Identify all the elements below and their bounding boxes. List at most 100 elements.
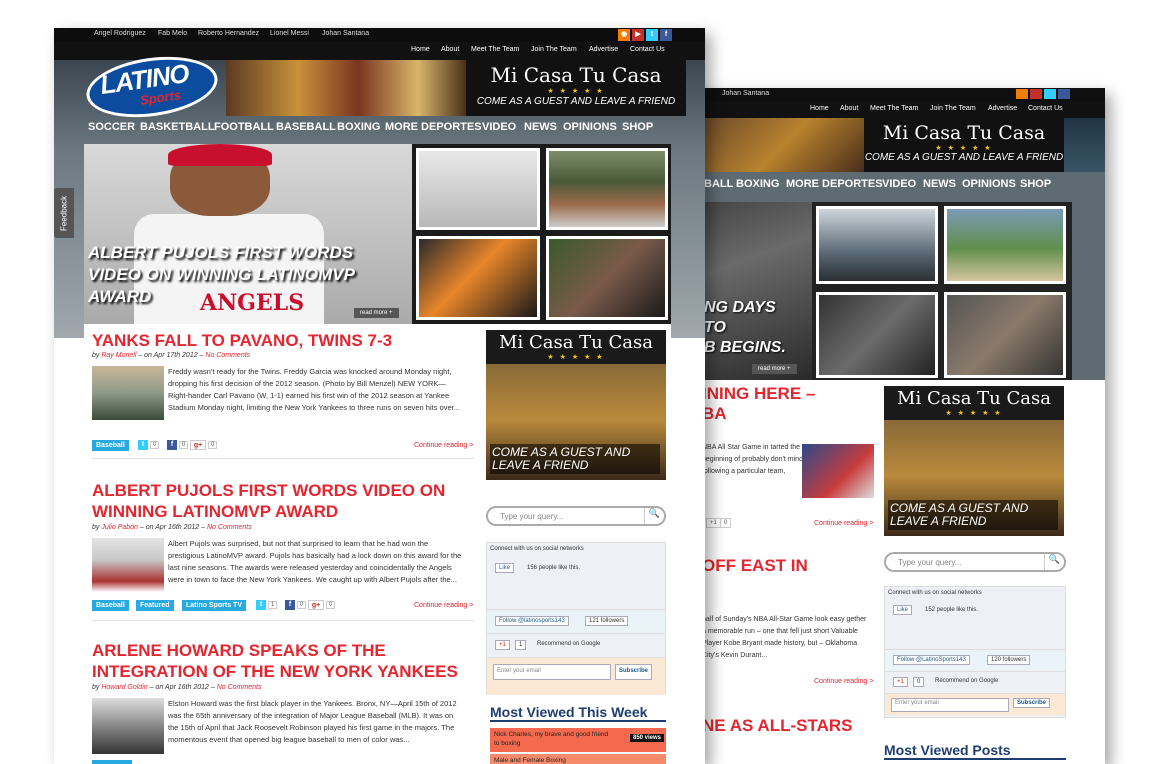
nav-basketball[interactable]: BASKETBALL [140,121,215,133]
author-link[interactable]: Howard Goldin [101,684,147,691]
back-nav-about[interactable]: About [840,105,858,112]
topbar-player-link[interactable]: Lionel Messi [270,30,309,37]
twitter-follow-button[interactable]: Follow @latinosports143 [495,616,569,626]
back-banner-ad[interactable]: Mi Casa Tu Casa ★ ★ ★ ★ ★ COME AS A GUES… [864,118,1064,172]
topbar-player-link[interactable]: Johan Santana [322,30,369,37]
continue-reading-link[interactable]: Continue reading > [814,520,873,527]
slider-thumbnail[interactable] [816,292,938,378]
subscribe-button[interactable]: Subscribe [615,664,653,680]
article-thumbnail[interactable] [92,698,164,754]
topbar-player-link[interactable]: Fab Melo [158,30,187,37]
twitter-icon[interactable] [1044,89,1056,99]
comments-link[interactable]: No Comments [207,524,252,531]
nav-soccer[interactable]: SOCCER [88,121,135,133]
article-title[interactable]: YANKS FALL TO PAVANO, TWINS 7-3 [92,330,472,351]
slider-thumbnail[interactable] [416,236,540,320]
slider-thumbnail[interactable] [546,236,668,320]
search-icon[interactable]: 🔍 [644,508,664,524]
back-nav-advertise[interactable]: Advertise [988,105,1017,112]
back-read-more-button[interactable]: read more + [752,364,797,374]
nav-opinions[interactable]: OPINIONS [563,121,617,133]
nav-boxing[interactable]: BOXING [337,121,380,133]
gplus-icon[interactable]: g+ [190,440,207,450]
youtube-icon[interactable] [1030,89,1042,99]
nav-contact-us[interactable]: Contact Us [630,46,665,53]
read-more-button[interactable]: read more + [354,308,399,318]
sidebar-ad[interactable]: Mi Casa Tu Casa ★ ★ ★ ★ ★ COME AS A GUES… [486,330,666,480]
back-sidebar-ad[interactable]: Mi Casa Tu Casa ★ ★ ★ ★ ★ COME AS A GUES… [884,386,1064,536]
category-tag[interactable]: Featured [136,600,174,611]
email-field[interactable]: Enter your email [493,664,611,680]
back-nav-item[interactable]: BOXING [736,178,779,190]
header-banner-ad[interactable]: Mi Casa Tu Casa ★ ★ ★ ★ ★ COME AS A GUES… [466,60,686,116]
facebook-icon[interactable]: f [167,440,178,450]
article-title[interactable]: ALBERT PUJOLS FIRST WORDS VIDEO ON WINNI… [92,480,472,522]
back-nav-contact[interactable]: Contact Us [1028,105,1063,112]
nav-advertise[interactable]: Advertise [589,46,618,53]
twitter-icon[interactable]: t [256,600,266,610]
nav-join-the-team[interactable]: Join The Team [531,46,577,53]
twitter-icon[interactable]: t [138,440,148,450]
back-nav-item[interactable]: BALL [704,178,733,190]
gplus-button[interactable]: +1 [495,640,510,650]
comments-link[interactable]: No Comments [205,352,250,359]
twitter-icon[interactable]: t [646,29,658,41]
back-topbar-name[interactable]: Johan Santana [722,90,769,97]
back-nav-join[interactable]: Join The Team [930,105,976,112]
slider-thumbnail[interactable] [546,148,668,230]
back-article-title[interactable]: NE AS ALL-STARS [702,716,852,736]
back-nav-item[interactable]: NEWS [923,178,956,190]
facebook-like-button[interactable]: Like [893,605,913,615]
facebook-icon[interactable]: f [660,29,672,41]
most-viewed-item[interactable]: Male and Female Boxing [490,754,666,764]
nav-more-deportes[interactable]: MORE DEPORTES [385,121,482,133]
slider-thumbnail[interactable] [944,292,1066,378]
facebook-icon[interactable]: f [285,600,296,610]
slider-thumbnail[interactable] [944,206,1066,284]
facebook-icon[interactable] [1058,89,1070,99]
search-input[interactable]: Type your query... 🔍 [486,506,666,526]
rss-icon[interactable] [1016,89,1028,99]
author-link[interactable]: Ray Monell [101,352,136,359]
article-thumbnail[interactable] [92,538,164,592]
subscribe-button[interactable]: Subscribe [1013,698,1051,708]
gplus-icon[interactable]: g+ [308,600,325,610]
facebook-like-button[interactable]: Like [495,563,515,573]
back-article-thumbnail[interactable] [802,444,874,498]
email-field[interactable]: Enter your email [891,698,1009,712]
nav-shop[interactable]: SHOP [622,121,653,133]
continue-reading-link[interactable]: Continue reading > [414,442,473,449]
slider-thumbnail[interactable] [416,148,540,230]
nav-meet-the-team[interactable]: Meet The Team [471,46,519,53]
category-tag[interactable]: Latino Sports TV [182,600,246,611]
back-nav-item[interactable]: SHOP [1020,178,1051,190]
continue-reading-link[interactable]: Continue reading > [814,678,873,685]
nav-news[interactable]: NEWS [524,121,557,133]
back-search-field[interactable]: Type your query... 🔍 [884,552,1066,572]
nav-football[interactable]: FOOTBALL [214,121,274,133]
category-tag[interactable] [92,760,132,764]
comments-link[interactable]: No Comments [217,684,262,691]
nav-video[interactable]: VIDEO [482,121,516,133]
feedback-tab[interactable]: Feedback [54,188,74,238]
author-link[interactable]: Julio Pabón [101,524,138,531]
article-title[interactable]: ARLENE HOWARD SPEAKS OF THE INTEGRATION … [92,640,472,682]
back-nav-team[interactable]: Meet The Team [870,105,918,112]
rss-icon[interactable]: ◉ [618,29,630,41]
back-article-title[interactable]: OFF EAST IN [702,556,808,576]
search-icon[interactable]: 🔍 [1044,554,1064,570]
article-thumbnail[interactable] [92,366,164,420]
back-nav-item[interactable]: MORE DEPORTES [786,178,883,190]
nav-baseball[interactable]: BASEBALL [276,121,336,133]
nav-home[interactable]: Home [411,46,430,53]
youtube-icon[interactable]: ▶ [632,29,644,41]
header-banner-photo[interactable] [226,60,466,116]
back-nav-item[interactable]: VIDEO [882,178,916,190]
category-tag[interactable]: Baseball [92,440,129,451]
topbar-player-link[interactable]: Roberto Hernandez [198,30,259,37]
hero-title[interactable]: ALBERT PUJOLS FIRST WORDS VIDEO ON WINNI… [88,242,408,308]
twitter-follow-button[interactable]: Follow @LatinoSports143 [893,655,970,665]
site-logo[interactable]: LATINO Sports [82,49,222,125]
gplus-button[interactable]: +1 [893,677,908,687]
category-tag[interactable]: Baseball [92,600,129,611]
